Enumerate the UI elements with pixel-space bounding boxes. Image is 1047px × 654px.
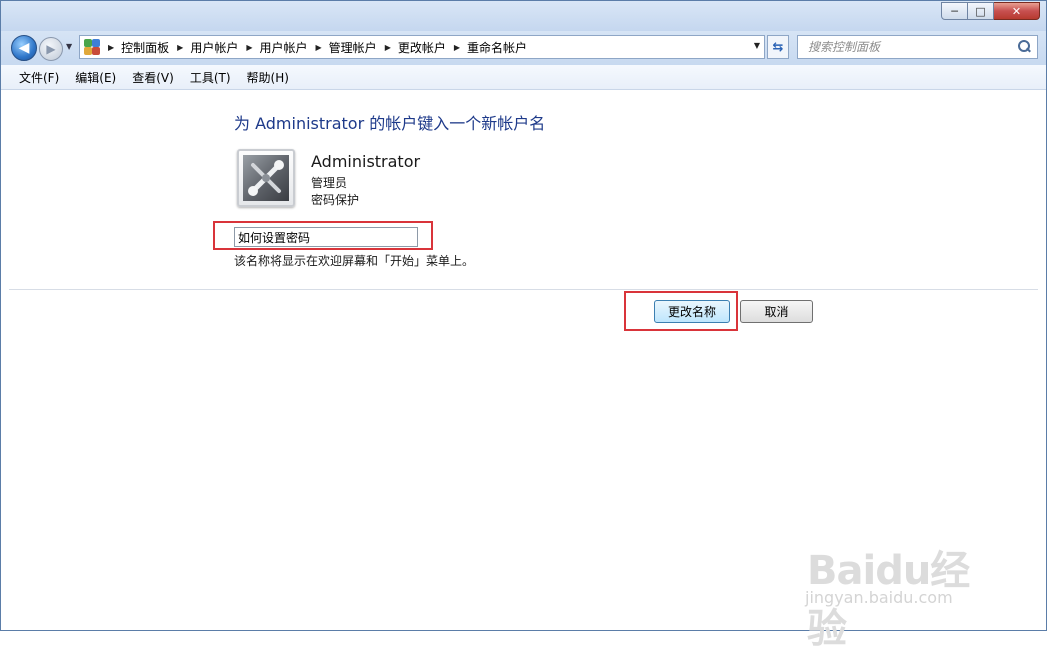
breadcrumb-separator[interactable]: ▶ xyxy=(385,43,391,52)
navigation-bar: ◀ ▶ ▼ ▶ 控制面板 ▶ 用户帐户 ▶ 用户帐户 ▶ 管理帐户 ▶ 更改帐户… xyxy=(1,31,1046,65)
arrow-left-icon: ◀ xyxy=(18,40,30,56)
breadcrumb-item[interactable]: 用户帐户 xyxy=(190,39,238,56)
title-bar: ─ □ ✕ xyxy=(1,1,1046,31)
button-highlight-box xyxy=(624,291,738,331)
account-protection-status: 密码保护 xyxy=(311,193,360,207)
close-button[interactable]: ✕ xyxy=(994,2,1040,20)
input-highlight-box xyxy=(213,221,433,250)
refresh-button[interactable]: ⇆ xyxy=(767,35,789,59)
menu-file[interactable]: 文件(F) xyxy=(11,69,67,86)
avatar xyxy=(237,149,295,207)
breadcrumb-item[interactable]: 更改帐户 xyxy=(398,39,446,56)
forward-button[interactable]: ▶ xyxy=(39,37,63,61)
breadcrumb-separator[interactable]: ▶ xyxy=(246,43,252,52)
maximize-button[interactable]: □ xyxy=(968,2,994,20)
cancel-button[interactable]: 取消 xyxy=(740,300,813,323)
tools-avatar-icon xyxy=(243,155,289,201)
minimize-button[interactable]: ─ xyxy=(941,2,968,20)
breadcrumb-separator[interactable]: ▶ xyxy=(108,43,114,52)
arrow-right-icon: ▶ xyxy=(46,42,56,56)
menu-view[interactable]: 查看(V) xyxy=(124,69,182,86)
account-name: Administrator xyxy=(311,152,421,171)
baidu-watermark: Baidu经验 jingyan.baidu.com xyxy=(801,520,1001,652)
back-button[interactable]: ◀ xyxy=(11,35,37,61)
breadcrumb: 控制面板 ▶ 用户帐户 ▶ 用户帐户 ▶ 管理帐户 ▶ 更改帐户 ▶ 重命名帐户 xyxy=(121,39,527,56)
search-box[interactable] xyxy=(797,35,1038,59)
caption-buttons: ─ □ ✕ xyxy=(941,2,1040,20)
address-bar[interactable]: ▶ 控制面板 ▶ 用户帐户 ▶ 用户帐户 ▶ 管理帐户 ▶ 更改帐户 ▶ 重命名… xyxy=(79,35,765,59)
control-panel-window: ─ □ ✕ ◀ ▶ ▼ ▶ 控制面板 ▶ 用户帐户 ▶ 用户帐户 ▶ 管理帐户 … xyxy=(0,0,1047,652)
menu-edit[interactable]: 编辑(E) xyxy=(67,69,124,86)
menu-bar: 文件(F) 编辑(E) 查看(V) 工具(T) 帮助(H) xyxy=(1,65,1046,90)
content-area: 为 Administrator 的帐户键入一个新帐户名 Administrato… xyxy=(1,90,1046,652)
search-input[interactable] xyxy=(806,39,1017,55)
search-icon[interactable] xyxy=(1017,40,1031,54)
divider xyxy=(9,289,1038,290)
page-title: 为 Administrator 的帐户键入一个新帐户名 xyxy=(234,114,546,133)
breadcrumb-item[interactable]: 控制面板 xyxy=(121,39,169,56)
control-panel-icon xyxy=(84,39,100,55)
breadcrumb-separator[interactable]: ▶ xyxy=(177,43,183,52)
breadcrumb-separator[interactable]: ▶ xyxy=(454,43,460,52)
menu-tools[interactable]: 工具(T) xyxy=(182,69,239,86)
breadcrumb-item[interactable]: 用户帐户 xyxy=(260,39,308,56)
watermark-url: jingyan.baidu.com xyxy=(805,588,953,607)
name-hint-text: 该名称将显示在欢迎屏幕和「开始」菜单上。 xyxy=(234,254,475,268)
account-role: 管理员 xyxy=(311,176,348,190)
recent-pages-dropdown[interactable]: ▼ xyxy=(66,42,72,51)
breadcrumb-item[interactable]: 管理帐户 xyxy=(329,39,377,56)
address-dropdown-button[interactable]: ▼ xyxy=(754,41,760,50)
menu-help[interactable]: 帮助(H) xyxy=(239,69,297,86)
breadcrumb-separator[interactable]: ▶ xyxy=(316,43,322,52)
refresh-icon: ⇆ xyxy=(772,39,784,55)
breadcrumb-item[interactable]: 重命名帐户 xyxy=(467,39,527,56)
